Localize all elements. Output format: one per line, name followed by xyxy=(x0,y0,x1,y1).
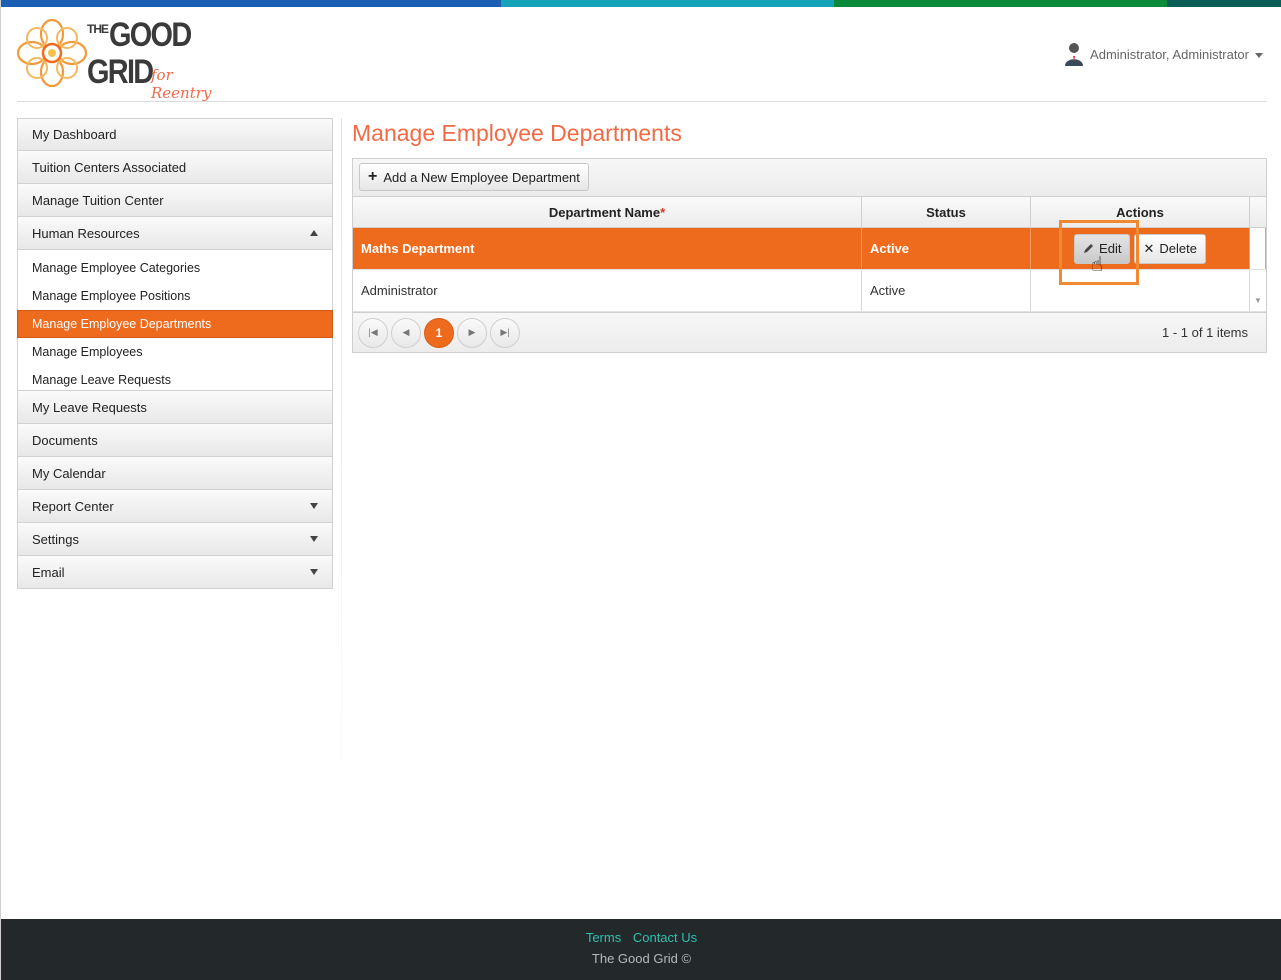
sidebar-item-label: Email xyxy=(32,564,65,580)
add-department-label: Add a New Employee Department xyxy=(383,169,580,185)
last-page-icon[interactable]: ▶| xyxy=(490,317,520,348)
sidebar-item-tuition-centers-associated[interactable]: Tuition Centers Associated xyxy=(17,151,333,184)
stripe-segment xyxy=(501,0,834,7)
cell-actions: Edit ✕ Delete xyxy=(1031,228,1250,269)
column-header-department-name[interactable]: Department Name * xyxy=(353,197,862,227)
sidebar-item-email[interactable]: Email xyxy=(17,556,333,589)
grid-toolbar: + Add a New Employee Department xyxy=(353,159,1266,197)
table-row[interactable]: Administrator Active ▼ xyxy=(353,270,1266,312)
sidebar-item-manage-employee-categories[interactable]: Manage Employee Categories xyxy=(18,254,332,282)
sidebar-item-label: My Leave Requests xyxy=(32,399,147,415)
add-department-button[interactable]: + Add a New Employee Department xyxy=(359,163,589,191)
contact-us-link[interactable]: Contact Us xyxy=(633,930,697,945)
subnav-label: Manage Employee Categories xyxy=(32,261,201,275)
sidebar-item-human-resources[interactable]: Human Resources xyxy=(17,217,333,250)
user-avatar-icon xyxy=(1065,43,1084,66)
flower-logo-icon xyxy=(17,18,87,88)
copyright: The Good Grid © xyxy=(591,951,692,966)
scrollbar-track[interactable] xyxy=(1250,228,1266,269)
stripe-segment xyxy=(1167,0,1281,7)
subnav-label: Manage Employee Positions xyxy=(32,289,191,303)
logo-the: THE xyxy=(87,22,109,36)
user-name: Administrator, Administrator xyxy=(1090,46,1249,62)
sidebar-item-label: My Calendar xyxy=(32,465,106,481)
chevron-down-icon xyxy=(1255,53,1263,58)
top-color-stripe xyxy=(1,0,1281,7)
cell-status: Active xyxy=(862,228,1031,269)
subnav-label: Manage Employee Departments xyxy=(32,317,212,331)
sidebar-item-label: Report Center xyxy=(32,498,114,514)
column-header-status[interactable]: Status xyxy=(862,197,1031,227)
pencil-icon xyxy=(1084,244,1094,253)
header: THE GOOD GRID for Reentry Administrator,… xyxy=(17,12,1267,102)
subnav-label: Manage Leave Requests xyxy=(32,373,171,387)
footer-links: Terms Contact Us xyxy=(1,930,1281,945)
sidebar-item-manage-employee-departments[interactable]: Manage Employee Departments xyxy=(17,310,333,338)
sidebar-nav: My Dashboard Tuition Centers Associated … xyxy=(17,118,333,589)
page-title: Manage Employee Departments xyxy=(352,120,682,146)
chevron-down-icon xyxy=(310,503,318,509)
sidebar-item-my-leave-requests[interactable]: My Leave Requests xyxy=(17,391,333,424)
logo-good: GOOD xyxy=(109,16,192,54)
content-divider xyxy=(341,118,342,848)
grid-header: Department Name * Status Actions xyxy=(353,197,1266,228)
sidebar-item-my-calendar[interactable]: My Calendar xyxy=(17,457,333,490)
current-page-button[interactable]: 1 xyxy=(424,317,454,348)
scrollbar-down-arrow[interactable]: ▼ xyxy=(1250,270,1266,311)
footer: Terms Contact Us The Good Grid © xyxy=(1,919,1281,980)
close-icon: ✕ xyxy=(1143,240,1155,256)
cell-department-name: Administrator xyxy=(353,270,862,311)
sidebar-item-label: Tuition Centers Associated xyxy=(32,159,187,175)
edit-button[interactable]: Edit xyxy=(1074,233,1131,264)
chevron-down-icon xyxy=(310,536,318,542)
chevron-down-icon xyxy=(310,569,318,575)
column-header-label: Department Name xyxy=(548,204,661,220)
pager-info: 1 - 1 of 1 items xyxy=(1162,325,1248,340)
sidebar-item-label: Manage Tuition Center xyxy=(32,192,164,208)
sidebar-item-label: My Dashboard xyxy=(32,127,117,142)
next-page-icon[interactable]: ▶ xyxy=(457,317,487,348)
table-row[interactable]: Maths Department Active Edit ✕ Delete xyxy=(353,228,1266,270)
delete-button[interactable]: ✕ Delete xyxy=(1134,233,1206,264)
pager-buttons: |◀ ◀ 1 ▶ ▶| xyxy=(358,317,520,348)
first-page-icon[interactable]: |◀ xyxy=(358,317,388,348)
cell-status: Active xyxy=(862,270,1031,311)
sidebar-item-manage-employee-positions[interactable]: Manage Employee Positions xyxy=(18,282,332,310)
terms-link[interactable]: Terms xyxy=(586,930,621,945)
sidebar-item-report-center[interactable]: Report Center xyxy=(17,490,333,523)
delete-label: Delete xyxy=(1159,241,1197,256)
logo[interactable]: THE GOOD GRID for Reentry xyxy=(17,14,237,102)
logo-grid: GRID xyxy=(87,53,154,91)
sidebar-item-manage-employees[interactable]: Manage Employees xyxy=(18,338,332,366)
sidebar-item-my-dashboard[interactable]: My Dashboard xyxy=(17,118,333,151)
human-resources-submenu: Manage Employee Categories Manage Employ… xyxy=(17,250,333,391)
cell-department-name: Maths Department xyxy=(353,228,862,269)
scrollbar-header-spacer xyxy=(1250,197,1266,227)
user-menu[interactable]: Administrator, Administrator xyxy=(1064,42,1263,66)
sidebar-item-label: Human Resources xyxy=(32,225,140,241)
stripe-segment xyxy=(1,0,501,7)
sidebar-item-label: Documents xyxy=(32,432,98,448)
sidebar-item-manage-leave-requests[interactable]: Manage Leave Requests xyxy=(18,366,332,394)
required-mark: * xyxy=(660,204,666,220)
plus-icon: + xyxy=(368,168,378,185)
chevron-up-icon xyxy=(310,230,318,236)
sidebar-item-documents[interactable]: Documents xyxy=(17,424,333,457)
grid-pager: |◀ ◀ 1 ▶ ▶| 1 - 1 of 1 items xyxy=(353,312,1266,352)
sidebar-item-settings[interactable]: Settings xyxy=(17,523,333,556)
departments-grid: + Add a New Employee Department Departme… xyxy=(352,158,1267,353)
logo-tagline: for Reentry xyxy=(151,66,212,102)
edit-label: Edit xyxy=(1099,241,1122,256)
cell-actions xyxy=(1031,270,1250,311)
column-header-label: Actions xyxy=(1116,204,1164,220)
prev-page-icon[interactable]: ◀ xyxy=(391,317,421,348)
stripe-segment xyxy=(834,0,1167,7)
subnav-label: Manage Employees xyxy=(32,345,143,359)
column-header-actions: Actions xyxy=(1031,197,1250,227)
sidebar-item-manage-tuition-center[interactable]: Manage Tuition Center xyxy=(17,184,333,217)
sidebar-item-label: Settings xyxy=(32,531,79,547)
main-content: Manage Employee Departments + Add a New … xyxy=(352,118,1267,353)
column-header-label: Status xyxy=(926,204,966,220)
